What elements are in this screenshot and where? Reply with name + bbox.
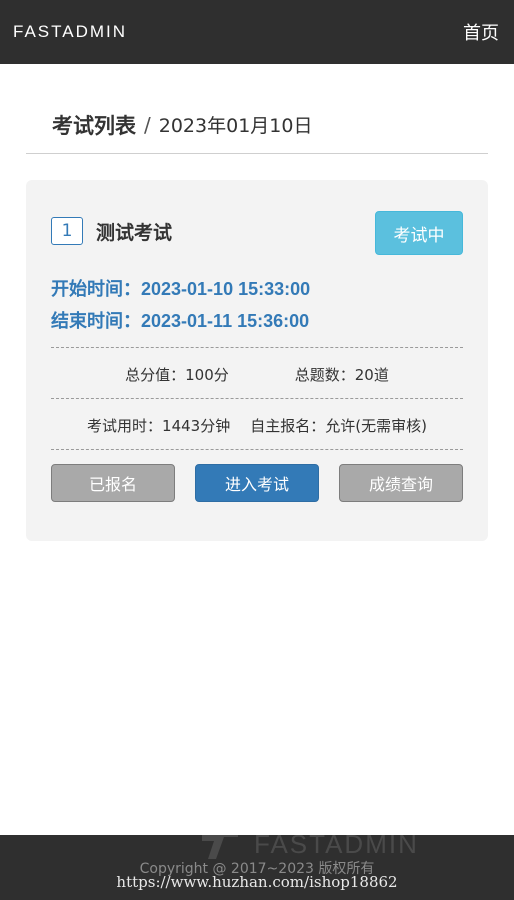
total-questions: 总题数：20道 bbox=[294, 366, 389, 384]
self-register: 自主报名：允许(无需审核) bbox=[250, 417, 427, 435]
enter-exam-button[interactable]: 进入考试 bbox=[195, 464, 319, 502]
page-title: 考试列表 bbox=[52, 113, 136, 138]
dashed-divider bbox=[51, 449, 463, 450]
registered-button[interactable]: 已报名 bbox=[51, 464, 175, 502]
exam-name: 测试考试 bbox=[96, 221, 173, 244]
exam-index-badge: 1 bbox=[51, 217, 83, 245]
exam-rules-row: 考试用时：1443分钟 自主报名：允许(无需审核) bbox=[51, 415, 463, 436]
watermark-text: https://www.huzhan.com/ishop18862 bbox=[116, 873, 398, 891]
exam-end-time: 结束时间：2023-01-11 15:36:00 bbox=[51, 311, 310, 331]
total-score: 总分值：100分 bbox=[125, 366, 229, 384]
page-date: 2023年01月10日 bbox=[158, 115, 313, 137]
page-header: 考试列表 / 2023年01月10日 bbox=[26, 96, 488, 154]
top-navbar: FASTADMIN 首页 bbox=[0, 0, 514, 64]
footer-logo-text: FASTADMIN bbox=[254, 835, 419, 859]
dashed-divider bbox=[51, 398, 463, 399]
score-info-row: 总分值：100分 总题数：20道 bbox=[51, 364, 463, 385]
brand-logo[interactable]: FASTADMIN bbox=[13, 22, 127, 42]
exam-duration: 考试用时：1443分钟 bbox=[87, 417, 231, 435]
exam-status-button[interactable]: 考试中 bbox=[375, 211, 463, 255]
results-query-button[interactable]: 成绩查询 bbox=[339, 464, 463, 502]
exam-start-time: 开始时间：2023-01-10 15:33:00 bbox=[51, 279, 311, 299]
header-separator: / bbox=[144, 112, 151, 137]
dashed-divider bbox=[51, 347, 463, 348]
exam-card: 1 测试考试 考试中 开始时间：2023-01-10 15:33:00 结束时间… bbox=[26, 180, 488, 541]
footer: FASTADMIN Copyright @ 2017~2023 版权所有 htt… bbox=[0, 835, 514, 900]
exam-heading: 1 测试考试 bbox=[51, 217, 172, 245]
home-link[interactable]: 首页 bbox=[463, 19, 499, 45]
